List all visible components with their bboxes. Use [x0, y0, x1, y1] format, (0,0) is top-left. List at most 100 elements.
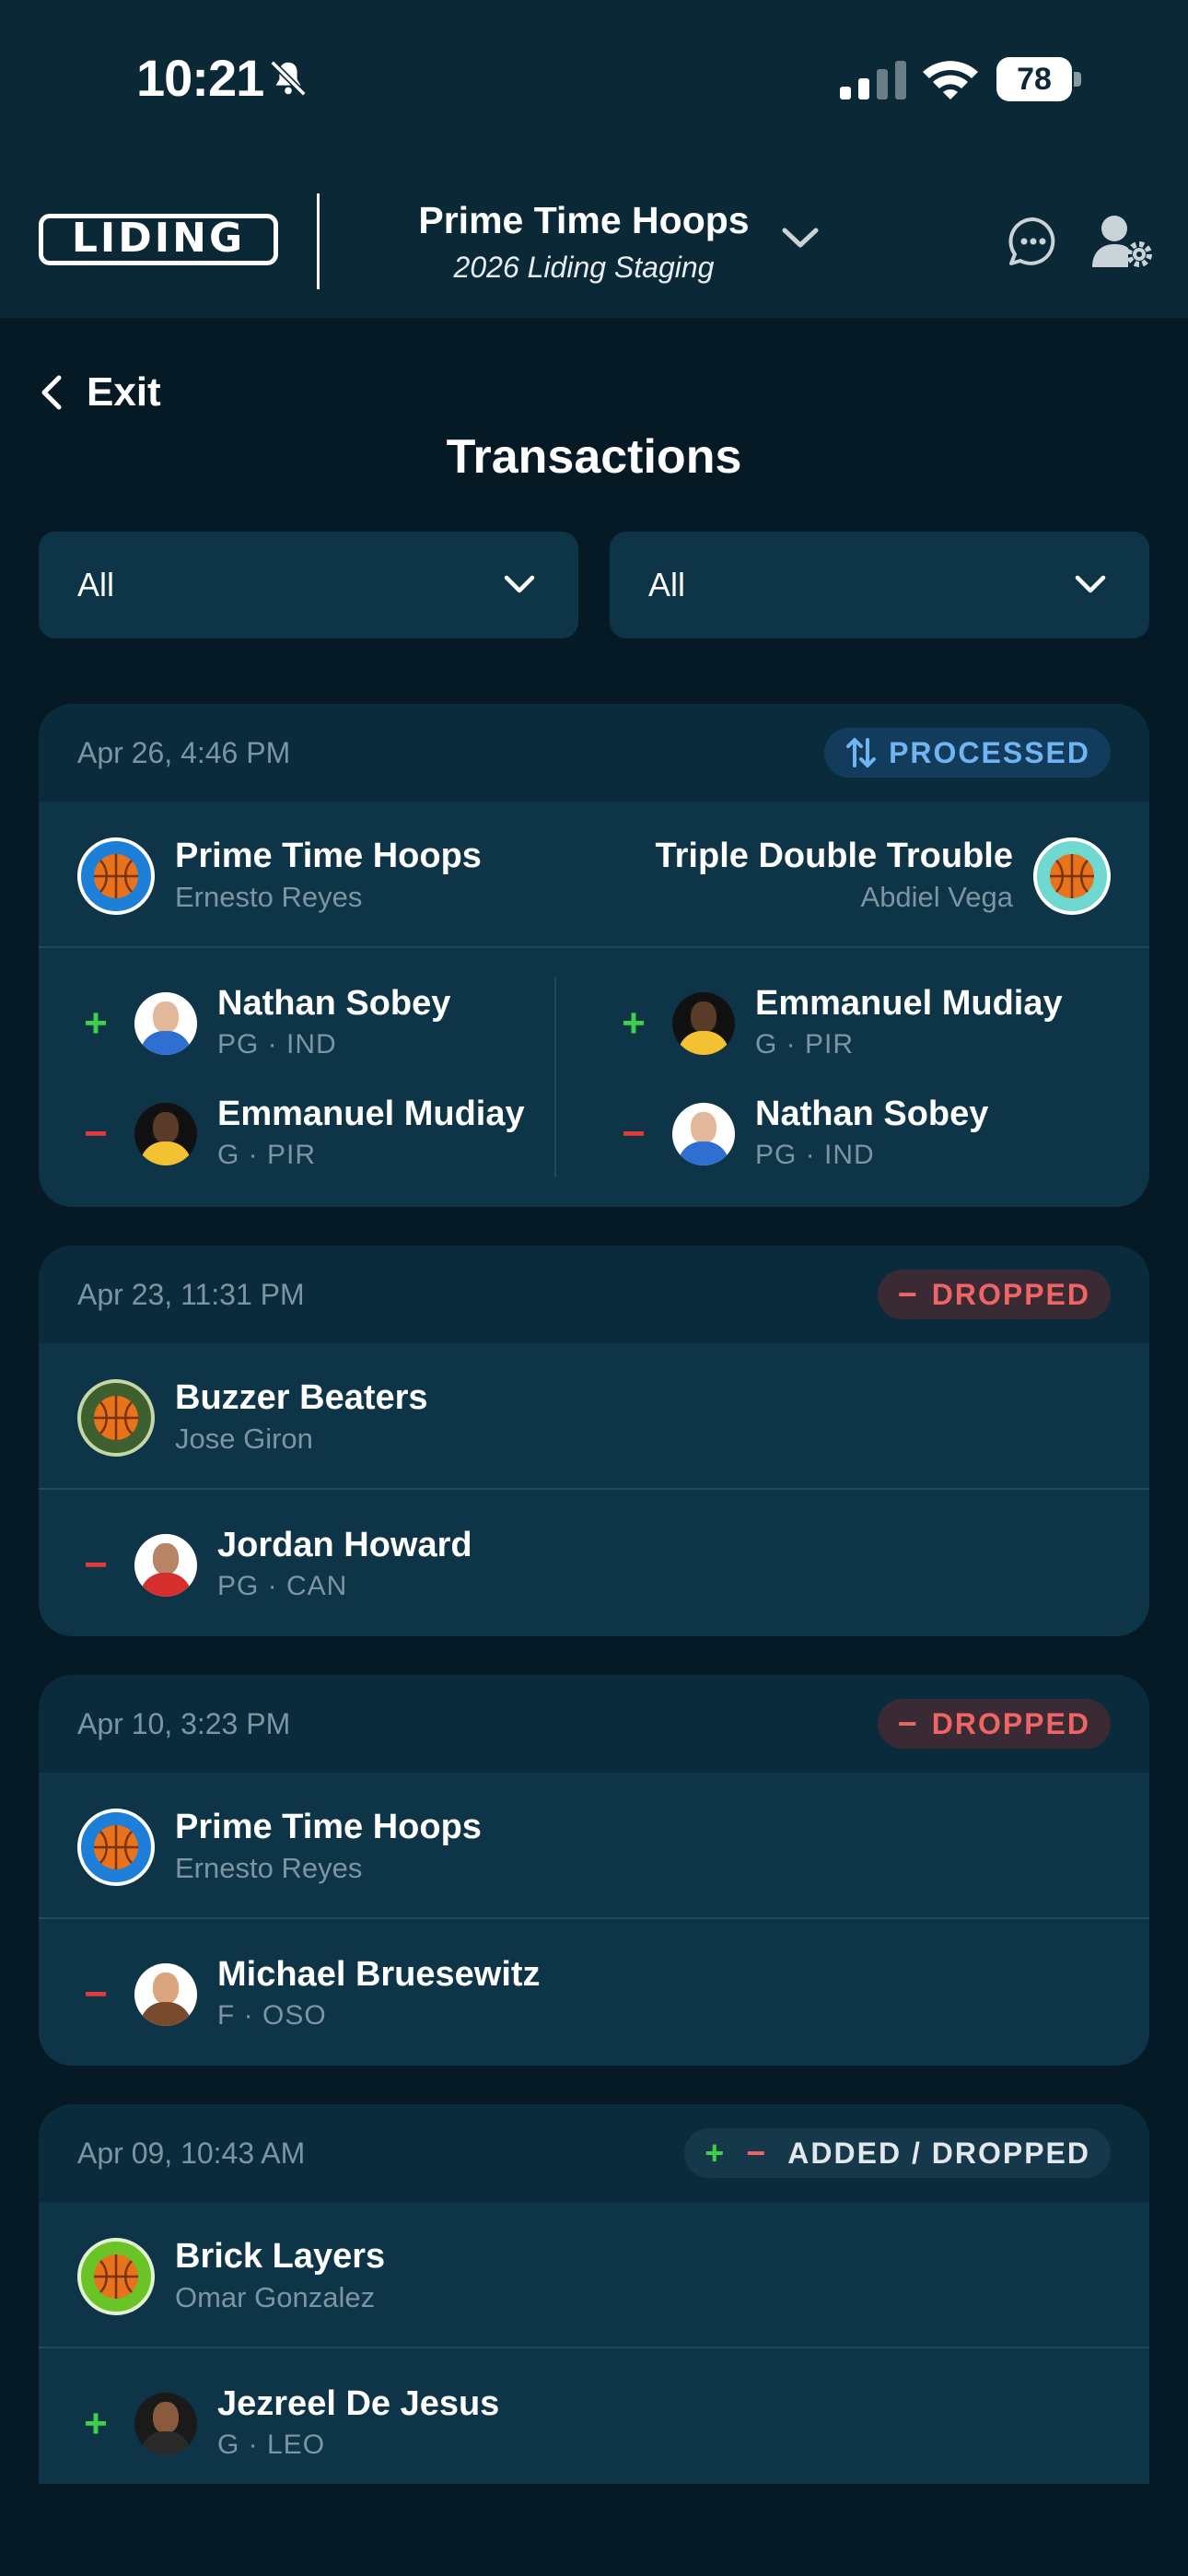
status-badge: + − ADDED / DROPPED [684, 2128, 1111, 2178]
chat-icon[interactable] [1007, 216, 1059, 267]
player-row[interactable]: − Michael Bruesewitz F · OSO [77, 1953, 541, 2036]
team-owner: Omar Gonzalez [175, 2281, 376, 2313]
player-name: Michael Bruesewitz [217, 1955, 541, 1994]
transaction-card-add-drop[interactable]: Apr 09, 10:43 AM + − ADDED / DROPPED Bri… [39, 2104, 1149, 2484]
team-avatar [1033, 837, 1111, 915]
status-badge: PROCESSED [824, 728, 1111, 778]
transaction-card-drop[interactable]: Apr 10, 3:23 PM − DROPPED Prime Time Hoo… [39, 1675, 1149, 2066]
status-label: PROCESSED [889, 735, 1090, 769]
player-name: Emmanuel Mudiay [217, 1095, 525, 1133]
player-avatar [134, 1963, 197, 2026]
team-name: Triple Double Trouble [655, 837, 1013, 875]
team-row[interactable]: Brick Layers Omar Gonzalez [77, 2235, 385, 2318]
plus-icon: + [84, 2401, 108, 2446]
player-row[interactable]: + Emmanuel Mudiay G · PIR [615, 982, 1063, 1065]
status-badge: − DROPPED [877, 1699, 1111, 1749]
filter-dropdown-1[interactable]: All [39, 532, 578, 638]
player-name: Jordan Howard [217, 1526, 472, 1564]
team-name: Prime Time Hoops [175, 1808, 482, 1846]
player-position: G · LEO [217, 2430, 326, 2460]
team-avatar [77, 2238, 155, 2315]
player-avatar [672, 992, 735, 1055]
filter-dropdown-2[interactable]: All [610, 532, 1149, 638]
user-gear-icon[interactable] [1092, 214, 1153, 269]
team-avatar [77, 1809, 155, 1886]
transaction-card-trade[interactable]: Apr 26, 4:46 PM PROCESSED Prime Time Hoo… [39, 704, 1149, 1207]
liding-logo[interactable]: LIDING [39, 214, 278, 265]
player-row[interactable]: + Nathan Sobey PG · IND [77, 982, 450, 1065]
player-name: Nathan Sobey [755, 1095, 989, 1133]
top-bar: 10:21 78 LIDING Prime Time Hoops 2026 Li… [0, 0, 1188, 318]
minus-icon: − [746, 2134, 768, 2172]
chevron-down-icon [504, 575, 535, 593]
player-position: F · OSO [217, 2000, 327, 2031]
transaction-card-drop[interactable]: Apr 23, 11:31 PM − DROPPED Buzzer Beater… [39, 1246, 1149, 1636]
chevron-left-icon [41, 375, 62, 410]
player-position: PG · IND [755, 1140, 875, 1170]
minus-icon: − [84, 1111, 108, 1156]
player-row[interactable]: − Jordan Howard PG · CAN [77, 1524, 472, 1607]
player-row[interactable]: − Emmanuel Mudiay G · PIR [77, 1093, 525, 1176]
battery-level: 78 [1017, 62, 1052, 97]
basketball-icon [94, 854, 138, 898]
team-right[interactable]: Triple Double Trouble Abdiel Vega [656, 835, 1111, 918]
team-row[interactable]: Buzzer Beaters Jose Giron [77, 1376, 428, 1459]
page-title: Transactions [446, 430, 742, 484]
divider [39, 2347, 1149, 2348]
team-owner: Abdiel Vega [860, 881, 1013, 913]
player-avatar [134, 2393, 197, 2455]
team-avatar [77, 837, 155, 915]
player-name: Nathan Sobey [217, 984, 451, 1023]
filter-value: All [77, 566, 115, 603]
signal-icon [840, 61, 906, 100]
exit-button[interactable]: Exit [37, 367, 161, 418]
status-label: ADDED / DROPPED [787, 2136, 1090, 2170]
minus-icon: − [84, 1542, 108, 1587]
team-row[interactable]: Prime Time Hoops Ernesto Reyes [77, 1806, 482, 1889]
basketball-icon [94, 1396, 138, 1440]
divider [39, 1488, 1149, 1490]
team-name: Buzzer Beaters [175, 1378, 428, 1417]
team-owner: Ernesto Reyes [175, 881, 363, 913]
team-name: Prime Time Hoops [175, 837, 482, 875]
status-badge: − DROPPED [877, 1270, 1111, 1319]
plus-icon: + [705, 2134, 727, 2172]
transaction-date: Apr 23, 11:31 PM [77, 1278, 305, 1311]
player-avatar [134, 992, 197, 1055]
status-label: DROPPED [931, 1277, 1090, 1311]
team-name: Brick Layers [175, 2237, 386, 2276]
team-left[interactable]: Prime Time Hoops Ernesto Reyes [77, 835, 482, 918]
chevron-down-icon[interactable] [777, 219, 823, 256]
divider [39, 946, 1149, 948]
player-avatar [134, 1534, 197, 1597]
player-avatar [134, 1103, 197, 1165]
swap-icon [846, 738, 877, 767]
card-header: Apr 09, 10:43 AM + − ADDED / DROPPED [39, 2104, 1149, 2202]
player-position: PG · IND [217, 1029, 337, 1060]
player-row[interactable]: + Jezreel De Jesus G · LEO [77, 2383, 499, 2465]
basketball-icon [1050, 854, 1094, 898]
chevron-down-icon [1075, 575, 1106, 593]
player-position: G · PIR [755, 1029, 855, 1060]
player-row[interactable]: − Nathan Sobey PG · IND [615, 1093, 988, 1176]
player-avatar [672, 1103, 735, 1165]
minus-icon: − [622, 1111, 646, 1156]
plus-icon: + [622, 1001, 646, 1046]
divider [39, 1917, 1149, 1919]
player-position: PG · CAN [217, 1571, 348, 1601]
battery-icon: 78 [996, 57, 1081, 101]
team-owner: Jose Giron [175, 1423, 313, 1455]
card-header: Apr 23, 11:31 PM − DROPPED [39, 1246, 1149, 1343]
card-header: Apr 26, 4:46 PM PROCESSED [39, 704, 1149, 802]
team-switcher-title[interactable]: Prime Time Hoops [368, 199, 799, 242]
player-name: Emmanuel Mudiay [755, 984, 1063, 1023]
team-owner: Ernesto Reyes [175, 1852, 363, 1884]
bell-slash-icon [270, 60, 307, 97]
transaction-date: Apr 26, 4:46 PM [77, 736, 291, 769]
card-header: Apr 10, 3:23 PM − DROPPED [39, 1675, 1149, 1773]
plus-icon: + [84, 1001, 108, 1046]
league-subtitle: 2026 Liding Staging [453, 251, 715, 284]
player-name: Jezreel De Jesus [217, 2384, 500, 2423]
header-divider [317, 193, 320, 289]
status-time: 10:21 [136, 49, 264, 107]
